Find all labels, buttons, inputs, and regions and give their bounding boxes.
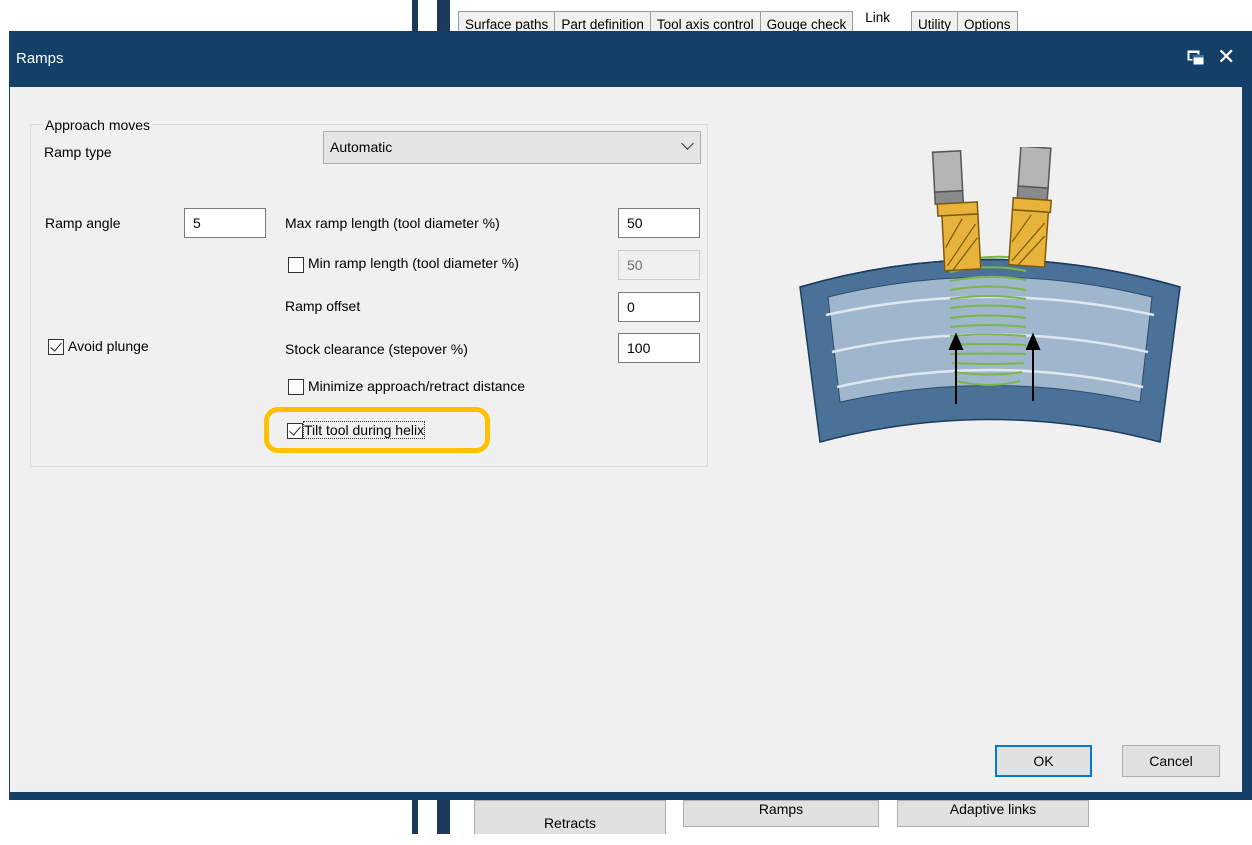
min-ramp-length-input: 50 — [618, 250, 700, 280]
stock-clearance-input[interactable]: 100 — [618, 333, 700, 363]
ramps-button[interactable]: Ramps — [683, 800, 879, 827]
window-restore-icon[interactable] — [1187, 50, 1205, 66]
helix-ramp-illustration — [799, 147, 1181, 443]
ramp-type-label: Ramp type — [44, 144, 112, 160]
stock-clearance-label: Stock clearance (stepover %) — [285, 341, 468, 357]
minimize-distance-checkbox[interactable] — [288, 379, 304, 395]
retracts-button[interactable]: Retracts — [474, 800, 666, 834]
tab-gouge-check[interactable]: Gouge check — [759, 11, 854, 32]
close-icon[interactable]: ✕ — [1217, 46, 1235, 68]
dialog-client-area: Approach moves Ramp type Automatic Ramp … — [10, 87, 1242, 792]
ramp-angle-label: Ramp angle — [45, 215, 121, 231]
ramp-offset-label: Ramp offset — [285, 298, 361, 314]
tool-right — [1007, 147, 1053, 268]
tab-utility[interactable]: Utility — [911, 11, 958, 32]
chevron-down-icon — [681, 137, 694, 150]
tool-left — [931, 149, 982, 272]
minimize-distance-label[interactable]: Minimize approach/retract distance — [308, 378, 525, 394]
dialog-titlebar[interactable]: Ramps ✕ — [9, 31, 1252, 87]
tilt-tool-label[interactable]: Tilt tool during helix — [302, 421, 426, 439]
tab-tool-axis-control[interactable]: Tool axis control — [649, 11, 761, 32]
ramps-dialog: Ramps ✕ Approach moves Ramp type Automat… — [9, 31, 1252, 800]
tab-options[interactable]: Options — [957, 11, 1018, 32]
avoid-plunge-label[interactable]: Avoid plunge — [68, 338, 149, 354]
ramp-type-value: Automatic — [330, 139, 393, 155]
background-tab-strip: Surface paths Part definition Tool axis … — [458, 10, 1018, 32]
ok-button[interactable]: OK — [995, 745, 1092, 777]
adaptive-links-button[interactable]: Adaptive links — [897, 800, 1089, 827]
min-ramp-length-label[interactable]: Min ramp length (tool diameter %) — [308, 255, 519, 271]
tilt-tool-checkbox[interactable] — [287, 423, 303, 439]
avoid-plunge-checkbox[interactable] — [48, 339, 64, 355]
max-ramp-length-label: Max ramp length (tool diameter %) — [285, 215, 500, 231]
cancel-button[interactable]: Cancel — [1122, 745, 1220, 777]
max-ramp-length-input[interactable]: 50 — [618, 208, 700, 238]
group-title: Approach moves — [43, 117, 153, 133]
tab-surface-paths[interactable]: Surface paths — [458, 11, 556, 32]
min-ramp-length-checkbox[interactable] — [288, 257, 304, 273]
tab-part-definition[interactable]: Part definition — [554, 11, 651, 32]
tab-link[interactable]: Link — [858, 10, 897, 32]
ramp-offset-input[interactable]: 0 — [618, 292, 700, 322]
dialog-title: Ramps — [16, 50, 64, 67]
ramp-angle-input[interactable]: 5 — [184, 208, 266, 238]
ramp-type-select[interactable]: Automatic — [323, 131, 701, 164]
